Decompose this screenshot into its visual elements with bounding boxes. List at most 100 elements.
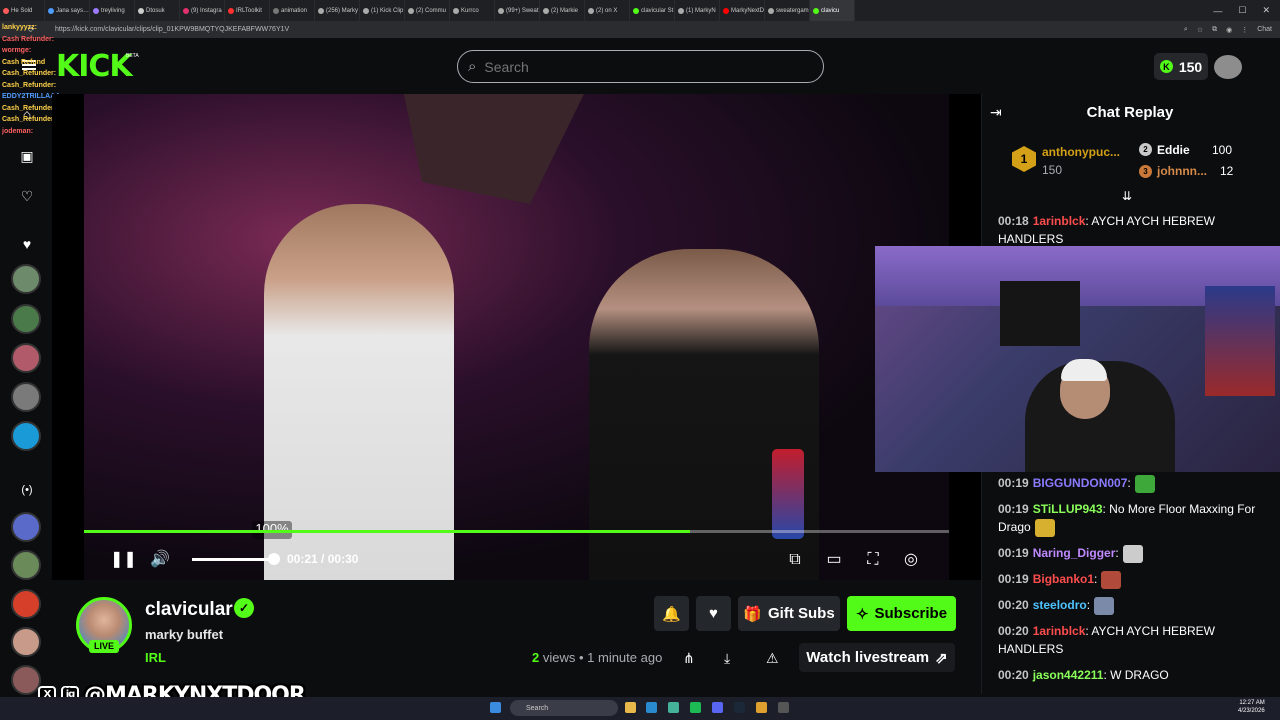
followed-channel-avatar[interactable] [11, 264, 41, 294]
browser-tab[interactable]: (256) Marky [315, 0, 360, 21]
browser-tab[interactable]: IRLToolkit [225, 0, 270, 21]
recommended-channel-avatar[interactable] [11, 665, 41, 695]
leaderboard-third-name[interactable]: johnnn... [1157, 164, 1207, 178]
extensions-icon[interactable]: ⧉ [1212, 26, 1217, 34]
browser-tab[interactable]: clavicu [810, 0, 855, 21]
category-link[interactable]: IRL [145, 650, 166, 665]
chrome-icon[interactable] [756, 702, 767, 713]
chat-username[interactable]: jason442211 [1033, 668, 1104, 682]
browser-tab[interactable]: Jana says… [45, 0, 90, 21]
chat-username[interactable]: BIGGUNDON007 [1033, 476, 1128, 490]
beta-badge: BETA [126, 53, 139, 59]
browser-tab[interactable]: (9) Instagra [180, 0, 225, 21]
recommended-channel-avatar[interactable] [11, 512, 41, 542]
current-time: 00:21 [287, 552, 318, 566]
followed-channel-avatar[interactable] [11, 421, 41, 451]
chat-username[interactable]: 1arinblck [1033, 624, 1086, 638]
recommended-channel-avatar[interactable] [11, 627, 41, 657]
steam-icon[interactable] [734, 702, 745, 713]
followed-channel-avatar[interactable] [11, 382, 41, 412]
chat-username[interactable]: Naring_Digger [1033, 546, 1116, 560]
tab-label: (99+) Sweat [506, 7, 539, 14]
maximize-icon[interactable]: ☐ [1238, 5, 1246, 16]
kicks-balance: 150 [1178, 58, 1203, 75]
download-icon[interactable]: ⤓ [724, 650, 730, 667]
recommended-channel-avatar[interactable] [11, 550, 41, 580]
overlay-chat-line: Cash Refund [2, 58, 46, 66]
windows-start-icon[interactable] [490, 702, 501, 713]
chat-username[interactable]: STiLLUP943 [1033, 502, 1103, 516]
video-progress-bar[interactable] [84, 530, 949, 533]
menu-dots-icon[interactable]: ⋮ [1241, 26, 1248, 34]
volume-slider[interactable] [192, 558, 275, 561]
channel-name[interactable]: clavicular [145, 599, 233, 621]
browser-tab[interactable]: Kurrco [450, 0, 495, 21]
leaderboard-second-name[interactable]: Eddie [1157, 143, 1190, 157]
browser-tab[interactable]: clavicular St [630, 0, 675, 21]
browser-tab[interactable]: MarkyNextD [720, 0, 765, 21]
gift-subs-button[interactable]: 🎁 Gift Subs [738, 596, 840, 631]
taskbar-search[interactable]: Search [510, 700, 618, 716]
chat-username[interactable]: steelodro [1033, 598, 1087, 612]
chat-username[interactable]: Bigbanko1 [1033, 572, 1094, 586]
browser-tab[interactable]: Dtosuk [135, 0, 180, 21]
chat-button[interactable]: Chat [1257, 26, 1272, 33]
tab-label: (2) Markie [551, 7, 579, 14]
followed-channel-avatar[interactable] [11, 304, 41, 334]
browser-tab[interactable]: (2) Commu [405, 0, 450, 21]
tab-favicon-icon [813, 7, 819, 14]
app-icon[interactable] [778, 702, 789, 713]
edge-icon[interactable] [646, 702, 657, 713]
browser-tab[interactable]: (99+) Sweat [495, 0, 540, 21]
following-icon[interactable]: ♡ [18, 188, 36, 205]
fullscreen-icon[interactable]: ⛶ [863, 550, 883, 570]
spotify-icon[interactable] [690, 702, 701, 713]
gift-icon: 🎁 [743, 605, 762, 623]
subscribe-button[interactable]: ✧ Subscribe [847, 596, 956, 631]
kicks-balance-button[interactable]: K 150 [1154, 53, 1208, 80]
browser-tab[interactable]: sweatergam [765, 0, 810, 21]
store-icon[interactable] [668, 702, 679, 713]
url-text[interactable]: https://kick.com/clavicular/clips/clip_0… [55, 26, 289, 33]
pause-icon[interactable]: ❚❚ [110, 550, 137, 570]
address-bar[interactable]: ⟳ https://kick.com/clavicular/clips/clip… [0, 21, 1280, 38]
profile-icon[interactable]: ◉ [1226, 26, 1232, 34]
browser-tab[interactable]: He Sold [0, 0, 45, 21]
browser-tab[interactable]: (1) Kick Clip [360, 0, 405, 21]
taskbar-clock[interactable]: 12:27 AM 4/23/2026 [1238, 699, 1265, 715]
browser-tab[interactable]: (2) Markie [540, 0, 585, 21]
kick-logo[interactable]: KICK [56, 49, 133, 84]
share-icon[interactable]: ⋔ [683, 650, 695, 667]
leaderboard-first-name[interactable]: anthonypuc... [1042, 145, 1120, 159]
follow-button[interactable]: ♥ [696, 596, 731, 631]
browse-icon[interactable]: ▣ [18, 148, 36, 165]
close-icon[interactable]: ✕ [1262, 5, 1270, 16]
zoom-icon[interactable]: ⌕ [1184, 26, 1188, 34]
theater-mode-icon[interactable]: ▭ [824, 550, 844, 570]
chat-username[interactable]: 1arinblck [1033, 214, 1086, 228]
volume-slider-knob[interactable] [268, 553, 280, 565]
bookmark-icon[interactable]: ☆ [1197, 26, 1203, 34]
browser-tab[interactable]: animation [270, 0, 315, 21]
browser-tab[interactable]: (2) on X [585, 0, 630, 21]
volume-icon[interactable]: 🔊 [150, 550, 170, 570]
file-explorer-icon[interactable] [625, 702, 636, 713]
browser-tab[interactable]: (1) MarkyN [675, 0, 720, 21]
expand-leaderboard-icon[interactable]: ⇊ [1122, 189, 1132, 203]
minimize-icon[interactable]: — [1213, 6, 1222, 16]
clip-settings-icon[interactable]: ◎ [901, 550, 921, 570]
watch-livestream-button[interactable]: Watch livestream ⇗ [799, 643, 955, 672]
browser-tab[interactable]: treyliving [90, 0, 135, 21]
search-bar[interactable]: ⌕ [457, 50, 824, 83]
report-icon[interactable]: ⚠ [766, 650, 779, 667]
discord-icon[interactable] [712, 702, 723, 713]
tab-favicon-icon [183, 7, 189, 14]
recommended-channel-avatar[interactable] [11, 589, 41, 619]
collapse-chat-icon[interactable]: ⇥ [990, 104, 1002, 121]
notifications-button[interactable]: 🔔 [654, 596, 689, 631]
picture-in-picture-icon[interactable]: ⧉ [785, 550, 805, 570]
search-input[interactable] [484, 58, 785, 75]
followed-channel-avatar[interactable] [11, 343, 41, 373]
user-avatar[interactable] [1214, 55, 1242, 79]
video-player[interactable] [52, 94, 981, 580]
